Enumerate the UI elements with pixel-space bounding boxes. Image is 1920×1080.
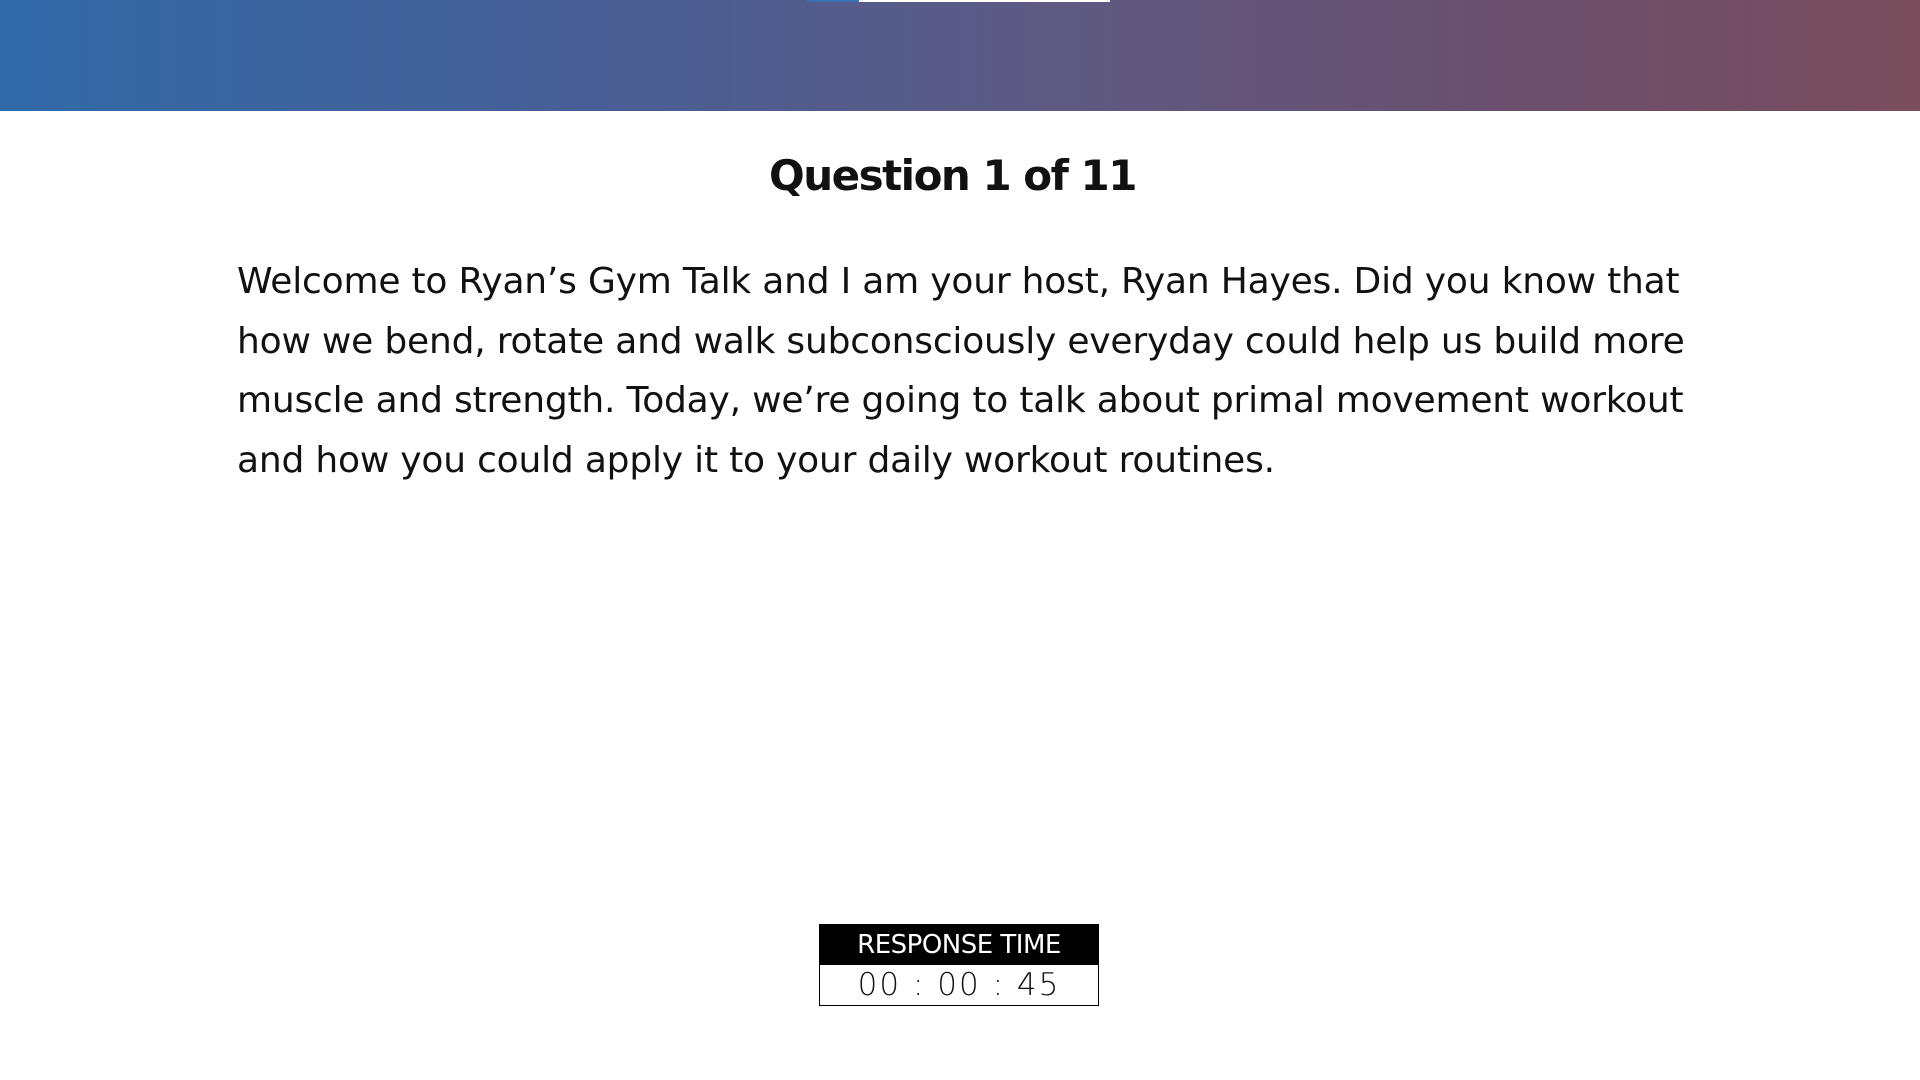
header-banner xyxy=(0,0,1920,111)
response-timer-label: RESPONSE TIME xyxy=(820,925,1098,965)
progress-bar-fill xyxy=(807,0,859,2)
response-timer: RESPONSE TIME 00 : 00 : 45 xyxy=(819,924,1099,1006)
progress-bar xyxy=(807,0,1110,2)
response-timer-value: 00 : 00 : 45 xyxy=(857,967,1061,1003)
question-title: Question 1 of 11 xyxy=(769,151,1137,200)
question-text: Welcome to Ryan’s Gym Talk and I am your… xyxy=(237,261,1685,481)
